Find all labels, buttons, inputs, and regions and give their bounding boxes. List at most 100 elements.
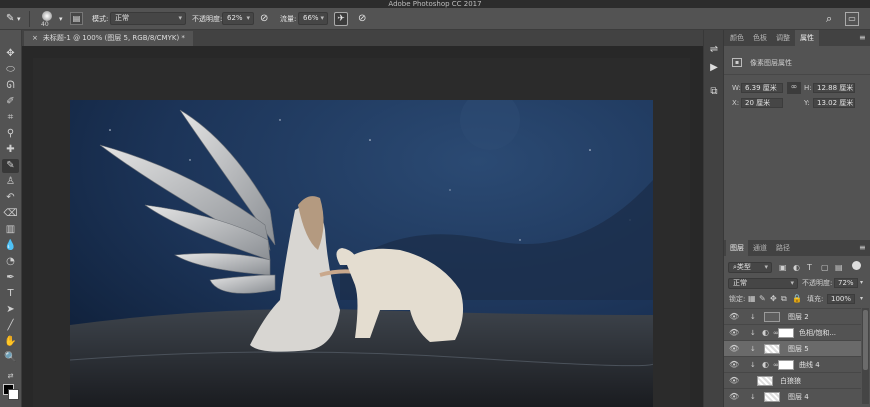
opacity-input[interactable]: 62% ▾ [222, 12, 254, 25]
layer-filter-select[interactable]: ⌕类型 ▾ [728, 262, 772, 273]
filter-toggle-icon[interactable] [852, 261, 861, 270]
lock-position-icon[interactable]: ✥ [770, 294, 777, 304]
lock-all-icon[interactable]: 🔒 [792, 294, 802, 304]
y-field[interactable]: 13.02 厘米 [813, 98, 855, 108]
lock-transparent-icon[interactable]: ▦ [748, 294, 756, 304]
brush-preset-picker[interactable]: 40 [38, 9, 56, 29]
document-tab[interactable]: × 未标题-1 @ 100% (图层 5, RGB/8/CMYK) * [24, 31, 193, 46]
tab-paths[interactable]: 路径 [772, 240, 794, 256]
path-select-tool-icon[interactable]: ➤ [2, 303, 19, 317]
layer-row[interactable]: 👁 ↓ ◐ ∞ 曲线 4 [724, 356, 861, 372]
dodge-tool-icon[interactable]: ◔ [2, 255, 19, 269]
marquee-tool-icon[interactable]: ⬭ [2, 63, 19, 77]
title-bar: Adobe Photoshop CC 2017 [0, 0, 870, 8]
visibility-eye-icon[interactable]: 👁 [729, 373, 739, 389]
clip-arrow-icon: ↓ [750, 393, 756, 401]
fill-field[interactable]: 100% [827, 294, 855, 304]
tab-adjustments[interactable]: 调整 [772, 30, 794, 46]
pressure-size-icon[interactable]: ⊘ [358, 12, 366, 26]
right-panels: 颜色 色板 调整 属性 ≡ ▪ 像素图层属性 W: 6.39 厘米 ∞ H: 1… [723, 30, 870, 407]
healing-tool-icon[interactable]: ✚ [2, 143, 19, 157]
canvas-area[interactable] [22, 46, 703, 407]
blend-mode-select[interactable]: 正常 ▾ [110, 12, 186, 25]
swap-colors-icon[interactable]: ⇄ [2, 369, 19, 383]
chevron-down-icon[interactable]: ▾ [860, 278, 863, 288]
panel-menu-icon[interactable]: ≡ [859, 33, 866, 43]
gradient-tool-icon[interactable]: ▥ [2, 223, 19, 237]
close-icon[interactable]: × [32, 34, 38, 42]
layer-row[interactable]: 👁 ↓ 图层 5 [724, 340, 861, 356]
layer-row[interactable]: 👁 ↓ 图层 2 [724, 308, 861, 324]
tab-layers[interactable]: 图层 [726, 240, 748, 256]
blur-tool-icon[interactable]: 💧 [2, 239, 19, 253]
height-field[interactable]: 12.88 厘米 [813, 83, 855, 93]
filter-pixel-icon[interactable]: ▣ [779, 263, 787, 273]
crop-tool-icon[interactable]: ⌗ [2, 111, 19, 125]
move-tool-icon[interactable]: ✥ [2, 47, 19, 61]
type-tool-icon[interactable]: T [2, 287, 19, 301]
history-brush-tool-icon[interactable]: ↶ [2, 191, 19, 205]
document-tab-bar: × 未标题-1 @ 100% (图层 5, RGB/8/CMYK) * [22, 30, 703, 46]
line-tool-icon[interactable]: ╱ [2, 319, 19, 333]
fill-label: 填充: [807, 295, 824, 303]
layer-blend-mode-select[interactable]: 正常 ▾ [728, 278, 798, 289]
link-icon[interactable]: ∞ [787, 82, 801, 94]
filter-type-icon[interactable]: T [807, 263, 812, 273]
background-color-swatch[interactable] [8, 389, 19, 400]
filter-adjustment-icon[interactable]: ◐ [793, 263, 800, 273]
layer-row[interactable]: 👁 ↓ ◐ ∞ 色相/饱和... [724, 324, 861, 340]
lock-artboard-icon[interactable]: ⧉ [781, 294, 787, 304]
chevron-down-icon[interactable]: ▾ [59, 12, 63, 26]
lock-image-icon[interactable]: ✎ [759, 294, 766, 304]
chevron-down-icon[interactable]: ▾ [860, 294, 863, 304]
brush-size: 40 [41, 21, 49, 28]
libraries-panel-icon[interactable]: ⧉ [707, 85, 721, 99]
quick-select-tool-icon[interactable]: ✐ [2, 95, 19, 109]
filter-smart-object-icon[interactable]: ▤ [835, 263, 843, 273]
panel-menu-icon[interactable]: ≡ [859, 243, 866, 253]
visibility-eye-icon[interactable]: 👁 [729, 325, 739, 341]
x-field[interactable]: 20 厘米 [741, 98, 783, 108]
pixel-layer-icon: ▪ [732, 58, 742, 67]
layer-opacity-field[interactable]: 72% [834, 278, 858, 288]
filter-kind-value: 类型 [736, 263, 751, 271]
tab-properties[interactable]: 属性 [795, 30, 819, 46]
visibility-eye-icon[interactable]: 👁 [729, 341, 739, 357]
brush-panel-icon[interactable]: ▤ [70, 12, 83, 25]
layer-thumbnail [757, 376, 773, 386]
filter-shape-icon[interactable]: ▢ [821, 263, 829, 273]
tab-color[interactable]: 颜色 [726, 30, 748, 46]
visibility-eye-icon[interactable]: 👁 [729, 389, 739, 405]
pressure-opacity-icon[interactable]: ⊘ [260, 12, 268, 26]
hand-tool-icon[interactable]: ✋ [2, 335, 19, 349]
visibility-eye-icon[interactable]: 👁 [729, 309, 739, 325]
layers-scrollbar[interactable] [862, 308, 869, 404]
layer-row[interactable]: 👁 白狼狼 [724, 372, 861, 388]
layer-thumbnail [764, 344, 780, 354]
pen-tool-icon[interactable]: ✒ [2, 271, 19, 285]
workspace-icon[interactable]: ▭ [845, 12, 859, 26]
flow-input[interactable]: 66% ▾ [298, 12, 328, 25]
lasso-tool-icon[interactable]: ᘏ [2, 79, 19, 93]
actions-play-icon[interactable]: ▶ [707, 61, 721, 75]
visibility-eye-icon[interactable]: 👁 [729, 357, 739, 373]
document-canvas[interactable] [70, 100, 653, 407]
eyedropper-tool-icon[interactable]: ⚲ [2, 127, 19, 141]
brush-tip-icon [42, 11, 52, 21]
brush-tool-icon[interactable]: ✎ [6, 12, 14, 26]
airbrush-icon[interactable]: ✈ [334, 12, 348, 26]
tools-panel: ✥ ⬭ ᘏ ✐ ⌗ ⚲ ✚ ✎ ♙ ↶ ⌫ ▥ 💧 ◔ ✒ T ➤ ╱ ✋ 🔍 … [0, 30, 22, 407]
eraser-tool-icon[interactable]: ⌫ [2, 207, 19, 221]
width-field[interactable]: 6.39 厘米 [741, 83, 783, 93]
chevron-down-icon[interactable]: ▾ [17, 12, 21, 26]
zoom-tool-icon[interactable]: 🔍 [2, 351, 19, 365]
layer-blend-mode-value: 正常 [733, 279, 747, 287]
mode-label: 模式: [92, 15, 109, 23]
tab-swatches[interactable]: 色板 [749, 30, 771, 46]
history-panel-icon[interactable]: ⇌ [707, 43, 721, 57]
tab-channels[interactable]: 通道 [749, 240, 771, 256]
clone-stamp-tool-icon[interactable]: ♙ [2, 175, 19, 189]
layer-row[interactable]: 👁 ↓ 图层 4 [724, 388, 861, 404]
brush-tool-icon[interactable]: ✎ [2, 159, 19, 173]
search-icon[interactable]: ⌕ [826, 12, 832, 26]
